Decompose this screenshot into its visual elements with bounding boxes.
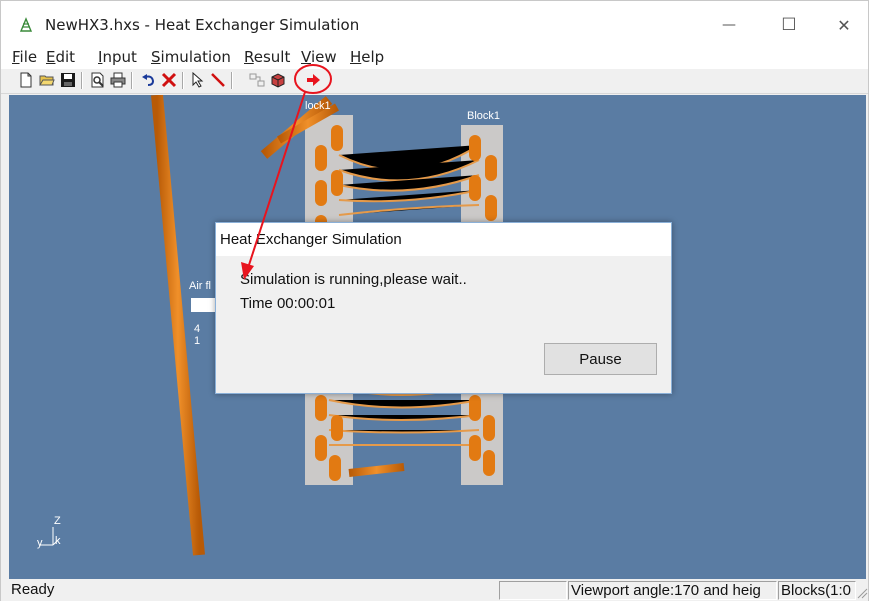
- open-folder-icon: [39, 75, 55, 86]
- run-simulation-icon: [307, 74, 320, 86]
- status-blocks: Blocks(1:0: [778, 581, 856, 600]
- menu-result[interactable]: Result: [244, 48, 290, 66]
- pause-button[interactable]: Pause: [544, 343, 657, 375]
- block-label-right: Block1: [467, 110, 501, 122]
- close-icon: ✕: [837, 15, 851, 35]
- status-bar: Ready Viewport angle:170 and heig Blocks…: [1, 580, 868, 601]
- maximize-icon: ☐: [781, 15, 797, 35]
- close-button[interactable]: ✕: [821, 7, 867, 43]
- connect-button[interactable]: [248, 71, 266, 89]
- new-file-icon: [20, 72, 32, 88]
- pipe: [348, 463, 405, 477]
- undo-icon: [142, 74, 155, 86]
- toolbar-separator: [131, 72, 133, 89]
- print-preview-icon: [91, 72, 104, 88]
- node-label-b: 1: [194, 335, 201, 347]
- select-pointer-icon: [192, 72, 204, 88]
- save-button[interactable]: [59, 71, 77, 89]
- status-viewport-angle: Viewport angle:170 and heig: [568, 581, 777, 600]
- menu-file[interactable]: File: [12, 48, 37, 66]
- axis-z-label: Z: [54, 515, 61, 527]
- block-button[interactable]: [269, 71, 287, 89]
- print-icon: [110, 72, 126, 88]
- menu-edit[interactable]: Edit: [46, 48, 75, 66]
- toolbar: [1, 69, 868, 94]
- menu-simulation[interactable]: Simulation: [151, 48, 231, 66]
- dialog-elapsed-time: Time 00:00:01: [240, 295, 336, 312]
- menu-input[interactable]: Input: [98, 48, 137, 66]
- axis-y-label: y: [37, 537, 43, 549]
- minimize-icon: —: [722, 17, 736, 33]
- menu-help[interactable]: Help: [350, 48, 384, 66]
- run-simulation-button[interactable]: [304, 71, 322, 89]
- delete-button[interactable]: [160, 71, 178, 89]
- window-title: NewHX3.hxs - Heat Exchanger Simulation: [45, 16, 360, 34]
- axis-x-label: k: [55, 535, 61, 547]
- draw-pipe-button[interactable]: [209, 71, 227, 89]
- dialog-title: Heat Exchanger Simulation: [216, 223, 671, 256]
- save-icon: [61, 73, 75, 87]
- toolbar-separator: [231, 72, 233, 89]
- resize-grip-icon[interactable]: [856, 587, 868, 599]
- title-bar: NewHX3.hxs - Heat Exchanger Simulation —…: [1, 1, 868, 47]
- select-button[interactable]: [189, 71, 207, 89]
- air-flow-label: Air fl: [189, 280, 211, 292]
- block-icon: [271, 73, 285, 88]
- air-flow-marker: [191, 298, 215, 312]
- open-button[interactable]: [38, 71, 56, 89]
- connect-icon: [249, 73, 265, 87]
- status-ready: Ready: [11, 581, 55, 598]
- pipe: [151, 95, 205, 556]
- minimize-button[interactable]: —: [706, 7, 752, 43]
- status-empty-pane: [499, 581, 567, 600]
- maximize-button[interactable]: ☐: [766, 7, 812, 43]
- print-preview-button[interactable]: [89, 71, 107, 89]
- undo-button[interactable]: [140, 71, 158, 89]
- toolbar-separator: [81, 72, 83, 89]
- app-window: NewHX3.hxs - Heat Exchanger Simulation —…: [0, 0, 869, 601]
- delete-icon: [161, 72, 177, 88]
- block-label-left: lock1: [305, 100, 331, 112]
- app-icon: [19, 17, 33, 32]
- new-file-button[interactable]: [17, 71, 35, 89]
- node-label-a: 4: [194, 323, 201, 335]
- toolbar-separator: [182, 72, 184, 89]
- draw-pipe-icon: [211, 73, 225, 87]
- menu-view[interactable]: View: [301, 48, 337, 66]
- dialog-message: Simulation is running,please wait..: [240, 271, 467, 288]
- menu-bar: File Edit Input Simulation Result View H…: [1, 47, 868, 69]
- print-button[interactable]: [109, 71, 127, 89]
- simulation-dialog: Heat Exchanger Simulation Simulation is …: [215, 222, 672, 394]
